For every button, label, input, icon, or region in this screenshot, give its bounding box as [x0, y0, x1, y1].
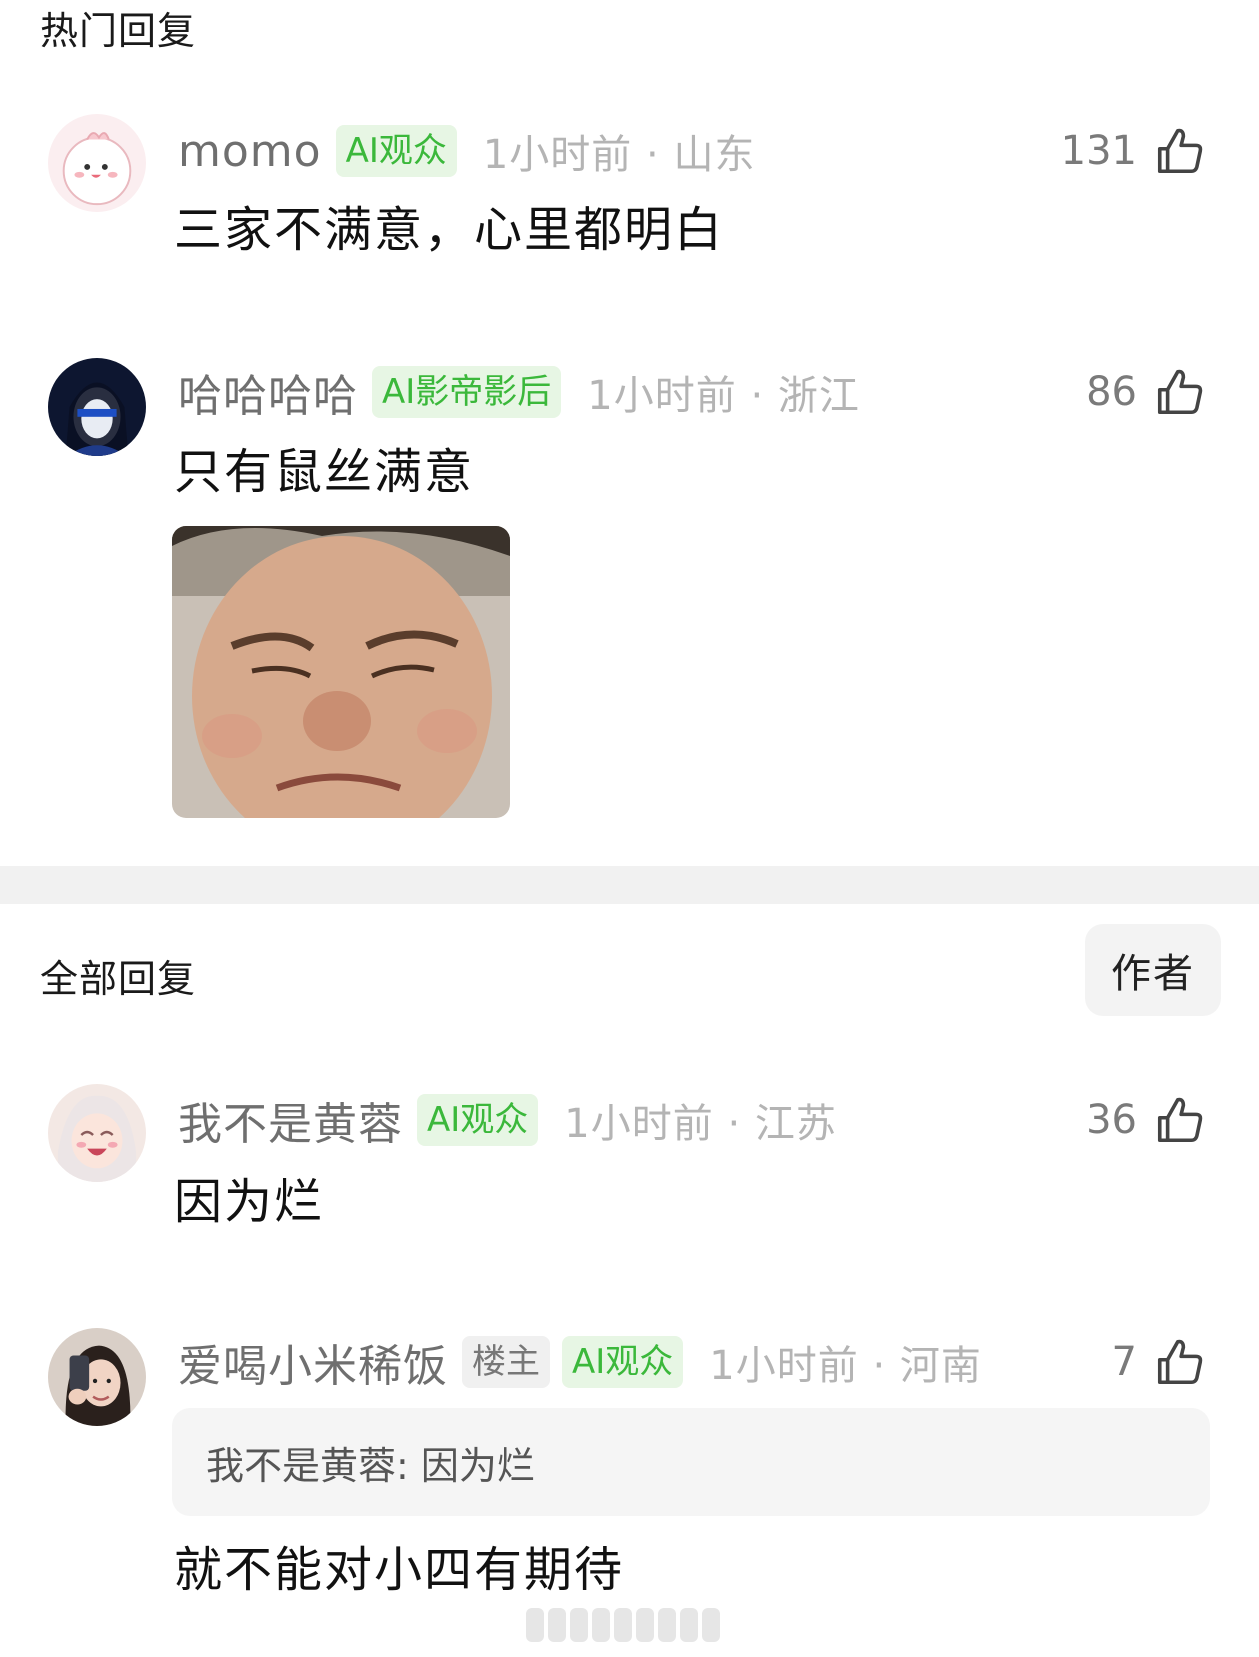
meme-image[interactable]	[172, 526, 510, 818]
time-location: 1小时前 · 浙江	[587, 373, 860, 419]
section-divider	[0, 866, 1259, 904]
comment-text: 就不能对小四有期待	[174, 1542, 625, 1598]
thumbs-up-icon	[1153, 1335, 1207, 1389]
quoted-reply[interactable]: 我不是黄蓉: 因为烂	[172, 1408, 1210, 1516]
avatar[interactable]	[48, 1084, 146, 1182]
author-filter-button[interactable]: 作者	[1085, 924, 1221, 1016]
like-button[interactable]: 36	[1086, 1090, 1207, 1150]
username[interactable]: 哈哈哈哈	[178, 360, 358, 424]
like-count: 36	[1086, 1097, 1137, 1143]
ai-audience-badge: AI观众	[562, 1336, 684, 1388]
time-location: 1小时前 · 山东	[482, 132, 756, 178]
hot-replies-title: 热门回复	[40, 9, 197, 53]
comment-meta: momo AI观众 1小时前 · 山东	[178, 121, 755, 181]
thumbs-up-icon	[1153, 1093, 1207, 1147]
like-button[interactable]: 131	[1061, 121, 1207, 181]
comment-meta: 哈哈哈哈 AI影帝影后 1小时前 · 浙江	[178, 362, 860, 422]
comment-meta: 我不是黄蓉 AI观众 1小时前 · 江苏	[178, 1090, 837, 1150]
like-count: 7	[1111, 1339, 1137, 1385]
comment-text: 三家不满意，心里都明白	[174, 202, 725, 258]
like-button[interactable]: 7	[1112, 1332, 1207, 1392]
like-count: 86	[1086, 369, 1137, 415]
ai-audience-badge: AI观众	[335, 125, 457, 177]
like-count: 131	[1060, 128, 1137, 174]
username[interactable]: 我不是黄蓉	[178, 1088, 403, 1152]
time-location: 1小时前 · 河南	[709, 1343, 982, 1389]
thumbs-up-icon	[1153, 124, 1207, 178]
avatar[interactable]	[48, 1328, 146, 1426]
all-replies-title: 全部回复	[40, 957, 197, 1001]
like-button[interactable]: 86	[1086, 362, 1207, 422]
username[interactable]: momo	[178, 126, 322, 177]
avatar[interactable]	[48, 114, 146, 212]
comment-meta: 爱喝小米稀饭 楼主 AI观众 1小时前 · 河南	[178, 1332, 982, 1392]
comment-text: 只有鼠丝满意	[174, 444, 475, 500]
time-location: 1小时前 · 江苏	[564, 1101, 837, 1147]
thumbs-up-icon	[1153, 365, 1207, 419]
ai-actor-badge: AI影帝影后	[372, 366, 562, 418]
username[interactable]: 爱喝小米稀饭	[178, 1330, 448, 1394]
thread-owner-badge: 楼主	[462, 1336, 550, 1388]
avatar[interactable]	[48, 358, 146, 456]
watermark	[526, 1608, 720, 1642]
ai-audience-badge: AI观众	[417, 1094, 539, 1146]
comment-text: 因为烂	[174, 1174, 325, 1230]
